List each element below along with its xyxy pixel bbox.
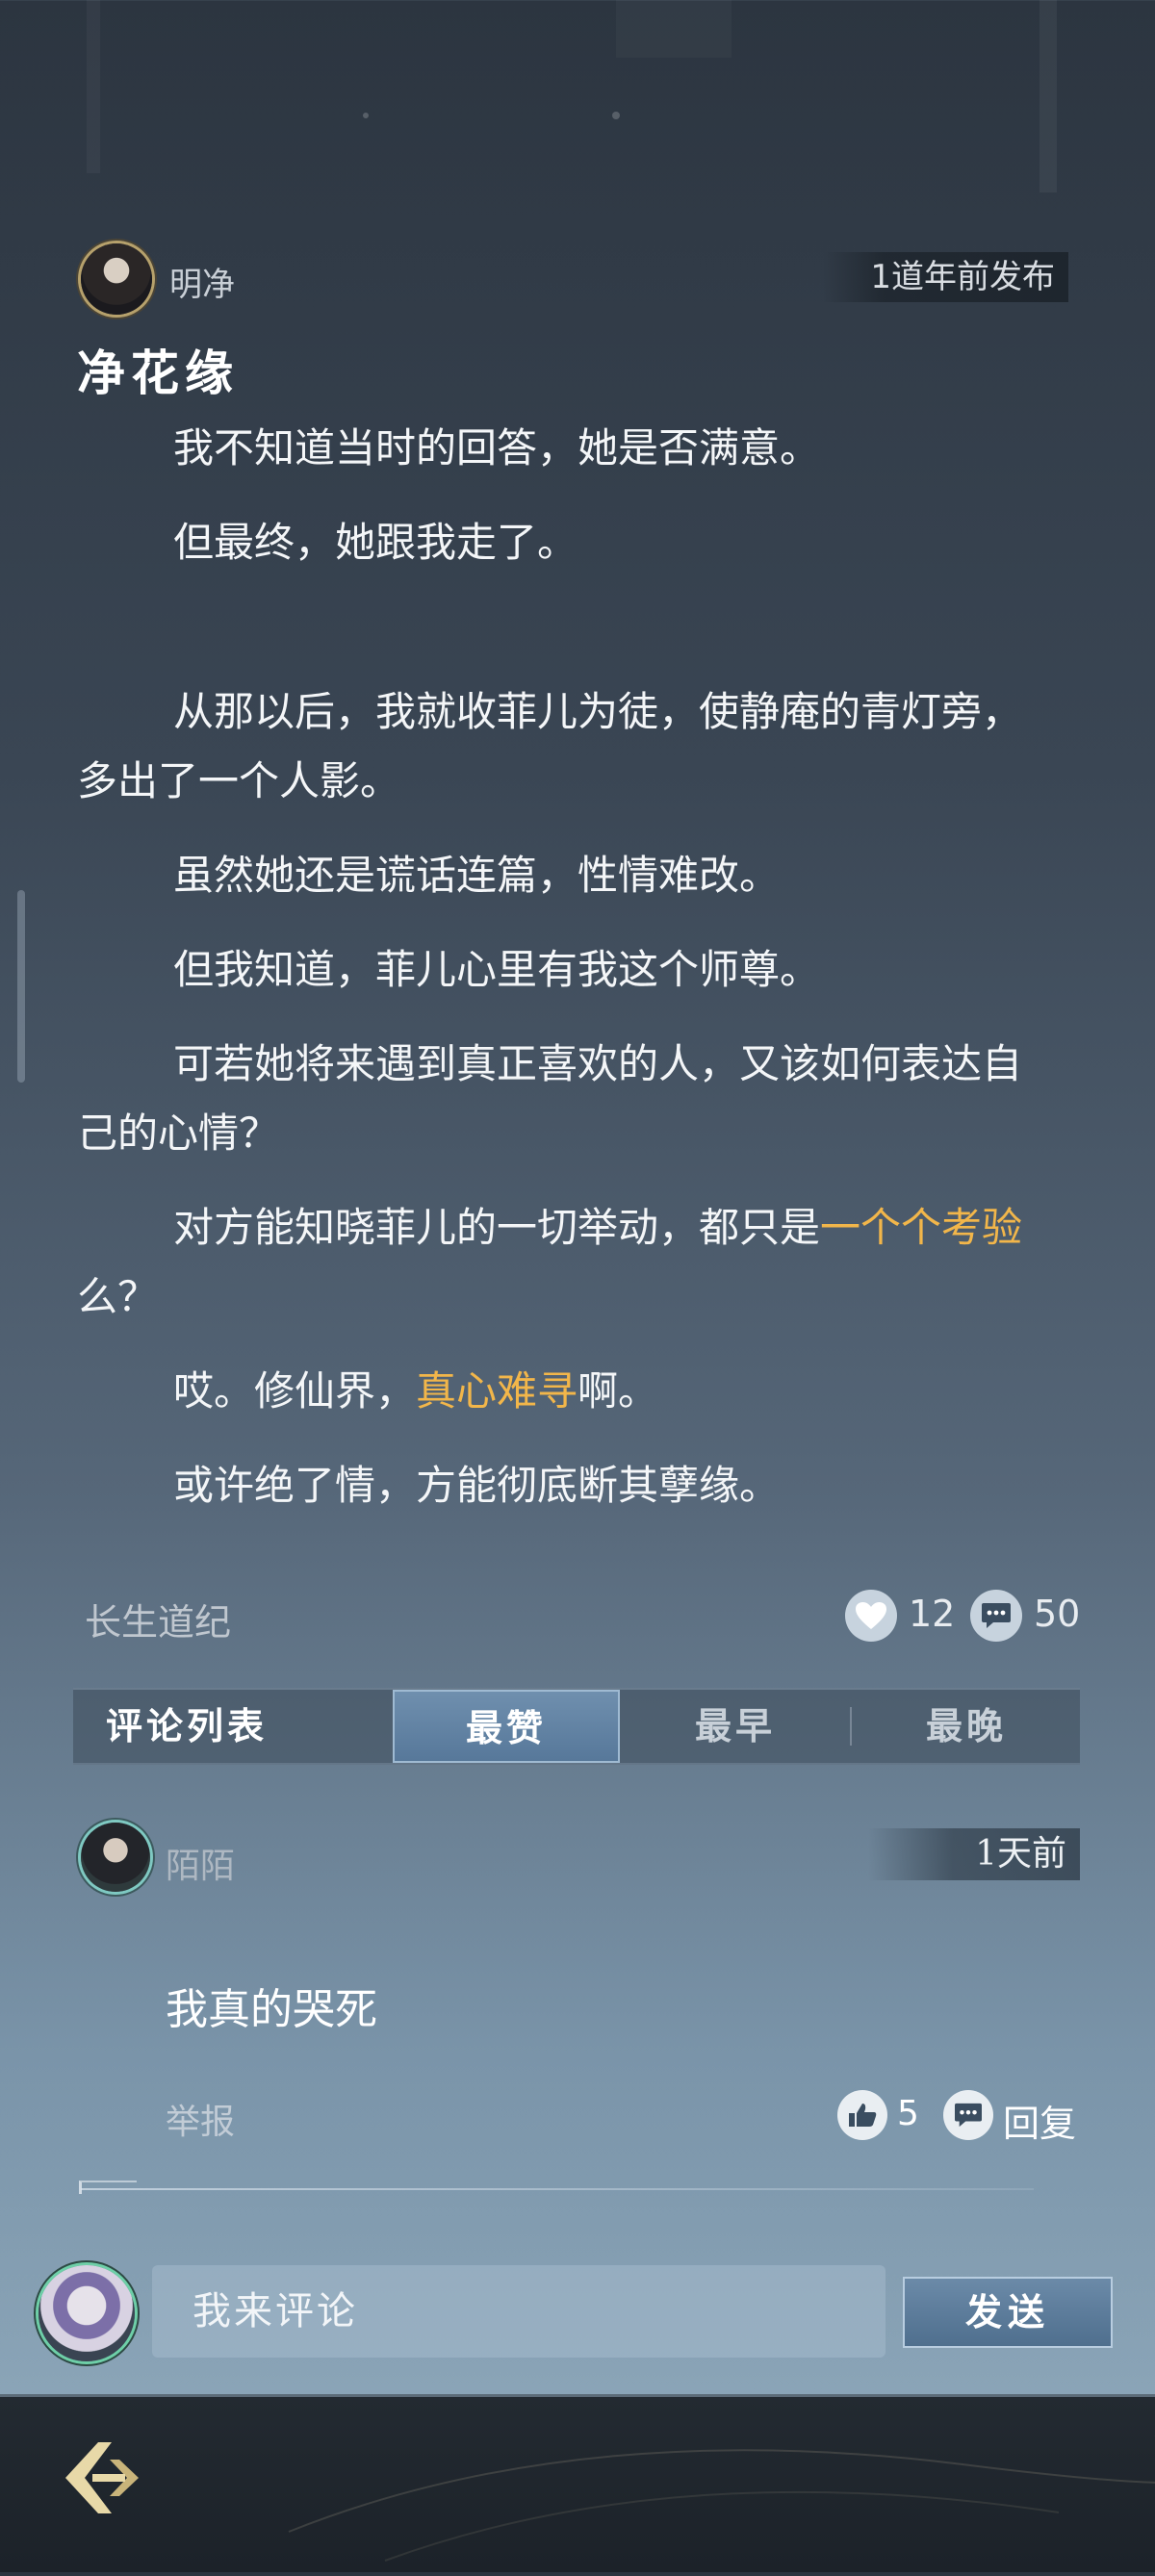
post-body: 我不知道当时的回答，她是否满意。 但最终，她跟我走了。从那以后，我就收菲儿为徒，使…	[77, 414, 1049, 1545]
report-link[interactable]: 举报	[166, 2094, 235, 2144]
post-paragraph: 从那以后，我就收菲儿为徒，使静庵的青灯旁，多出了一个人影。	[77, 677, 1049, 816]
paragraph-text: 可若她将来遇到真正喜欢的人，又该如何表达自己的心情？	[77, 1040, 1023, 1157]
tab-earliest[interactable]: 最早	[622, 1690, 849, 1763]
comment-bubble-icon[interactable]	[970, 1590, 1022, 1642]
bottom-bar	[0, 2394, 1155, 2572]
my-avatar[interactable]	[38, 2265, 135, 2361]
comment-input[interactable]	[152, 2265, 886, 2358]
reply-bubble-icon[interactable]	[943, 2090, 993, 2140]
post-paragraph: 对方能知晓菲儿的一切举动，都只是一个个考验么？	[77, 1193, 1049, 1332]
paragraph-text: 我不知道当时的回答，她是否满意。	[173, 424, 821, 472]
paragraph-text: 但我知道，菲儿心里有我这个师尊。	[173, 946, 821, 993]
commenter-name[interactable]: 陌陌	[166, 1838, 235, 1888]
commenter-avatar[interactable]	[81, 1823, 150, 1892]
paragraph-text: 但最终，她跟我走了。	[173, 519, 578, 566]
author-avatar[interactable]	[81, 243, 152, 315]
book-name[interactable]: 长生道纪	[85, 1593, 231, 1645]
thumb-like-icon[interactable]	[837, 2090, 887, 2140]
post-title: 净花缘	[77, 344, 239, 401]
paragraph-text: 虽然她还是谎话连篇，性情难改。	[173, 852, 781, 899]
post-comment-count: 50	[1034, 1593, 1081, 1635]
paragraph-text: 对方能知晓菲儿的一切举动，都只是	[173, 1204, 821, 1251]
reply-button[interactable]: 回复	[1003, 2094, 1076, 2147]
tab-latest[interactable]: 最晚	[853, 1690, 1080, 1763]
tab-divider	[850, 1707, 852, 1746]
post-paragraph: 可若她将来遇到真正喜欢的人，又该如何表达自己的心情？	[77, 1030, 1049, 1168]
paragraph-text: 么？	[77, 1273, 159, 1320]
comment-time-badge: 1天前	[868, 1828, 1080, 1880]
scroll-indicator[interactable]	[17, 890, 25, 1083]
send-button[interactable]: 发送	[903, 2277, 1113, 2348]
paragraph-text: 从那以后，我就收菲儿为徒，使静庵的青灯旁，多出了一个人影。	[77, 688, 1023, 804]
post-paragraph: 但我知道，菲儿心里有我这个师尊。	[77, 935, 1049, 1005]
comment-like-count: 5	[897, 2094, 919, 2133]
highlighted-text: 真心难寻	[416, 1367, 578, 1415]
tab-most-liked[interactable]: 最赞	[393, 1690, 620, 1763]
background-decoration	[87, 0, 1057, 192]
post-paragraph: 或许绝了情，方能彻底断其孽缘。	[77, 1451, 1049, 1520]
paragraph-text: 哎。修仙界，	[173, 1367, 417, 1415]
comment-text: 我真的哭死	[166, 1985, 377, 2034]
highlighted-text: 一个个考验	[820, 1204, 1023, 1251]
paragraph-text: 啊。	[578, 1367, 659, 1415]
post-paragraph: 哎。修仙界，真心难寻啊。	[77, 1357, 1049, 1426]
post-paragraph: 虽然她还是谎话连篇，性情难改。	[77, 841, 1049, 910]
divider-ornament	[79, 2181, 137, 2194]
heart-icon[interactable]	[845, 1590, 897, 1642]
comment-divider	[81, 2188, 1034, 2190]
author-name[interactable]: 明净	[169, 258, 235, 305]
post-paragraph: 但最终，她跟我走了。	[77, 508, 1049, 577]
paragraph-text: 或许绝了情，方能彻底断其孽缘。	[173, 1462, 781, 1509]
post-time-badge: 1道年前发布	[823, 252, 1068, 302]
post-like-count: 12	[909, 1593, 956, 1635]
comment-sort-tabs: 评论列表 最赞 最早 最晚	[73, 1688, 1080, 1765]
comment-list-label: 评论列表	[106, 1704, 269, 1747]
bottom-bar-decoration	[288, 2436, 1155, 2562]
post-paragraph: 我不知道当时的回答，她是否满意。	[77, 414, 1049, 483]
back-arrow-icon[interactable]	[50, 2425, 156, 2531]
